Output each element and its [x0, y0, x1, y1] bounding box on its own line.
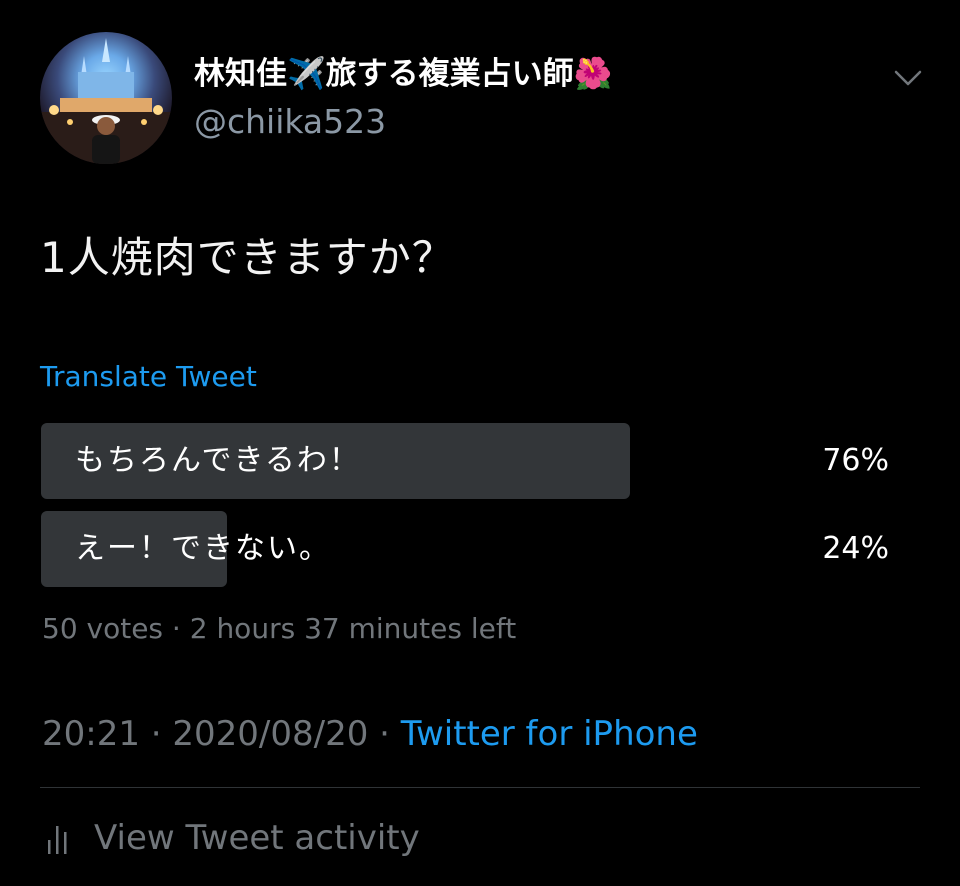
author-handle[interactable]: @chiika523 — [194, 100, 386, 144]
chevron-down-icon[interactable] — [890, 60, 926, 96]
poll-option-percent: 24% — [822, 531, 889, 566]
tweet-text: 1人焼肉できますか？ — [40, 233, 455, 282]
poll-option-label: えー！できない。 — [75, 531, 331, 566]
avatar-image — [40, 38, 172, 164]
tweet-timestamp[interactable]: 20:21 · 2020/08/20 · — [42, 714, 401, 754]
poll-option-label: もちろんできるわ！ — [75, 443, 361, 478]
poll-option-percent: 76% — [822, 443, 889, 478]
avatar[interactable] — [40, 32, 172, 164]
divider — [40, 787, 920, 788]
timestamp-row: 20:21 · 2020/08/20 · Twitter for iPhone — [42, 711, 698, 757]
bar-chart-icon — [42, 818, 76, 858]
poll: もちろんできるわ！ 76% えー！できない。 24% — [41, 423, 921, 599]
author-display-name[interactable]: 林知佳✈️旅する複業占い師🌺 — [194, 52, 612, 96]
activity-label: View Tweet activity — [94, 818, 420, 858]
tweet-detail: 林知佳✈️旅する複業占い師🌺 @chiika523 1人焼肉できますか？ Tra… — [0, 0, 960, 886]
translate-tweet-link[interactable]: Translate Tweet — [40, 357, 257, 397]
view-tweet-activity-button[interactable]: View Tweet activity — [42, 815, 420, 861]
poll-option: えー！できない。 24% — [41, 511, 921, 587]
tweet-source-link[interactable]: Twitter for iPhone — [401, 714, 698, 754]
poll-meta: 50 votes · 2 hours 37 minutes left — [42, 612, 517, 645]
poll-option: もちろんできるわ！ 76% — [41, 423, 921, 499]
